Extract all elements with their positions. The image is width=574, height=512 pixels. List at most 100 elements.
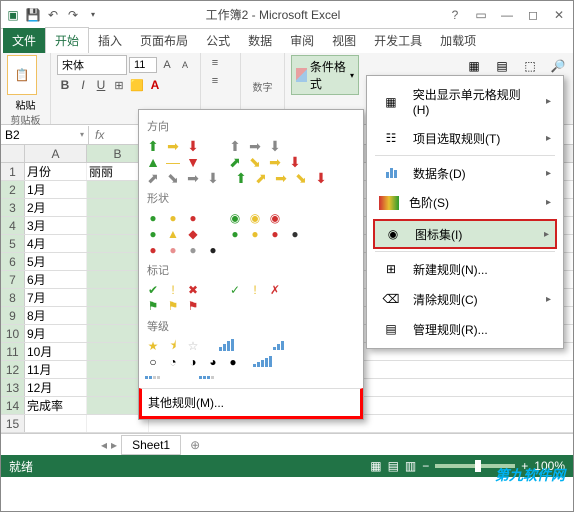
cf-data-bars[interactable]: 数据条(D) ▸ (367, 158, 563, 188)
cell[interactable]: 10月 (25, 343, 87, 360)
arrow-right-gray-icon[interactable]: ➡ (247, 138, 263, 154)
font-select[interactable]: 宋体 (57, 55, 127, 75)
sheet-nav-prev[interactable]: ◂ (101, 438, 107, 452)
view-break-icon[interactable]: ▥ (405, 459, 416, 473)
close-icon[interactable]: ✕ (549, 6, 569, 24)
row-header[interactable]: 1 (1, 163, 25, 180)
tab-layout[interactable]: 页面布局 (131, 28, 197, 53)
tab-home[interactable]: 开始 (45, 27, 89, 53)
row-header[interactable]: 15 (1, 415, 25, 432)
arrow-ne-yellow-icon[interactable]: ⬈ (253, 170, 269, 186)
circle-yellow-icon[interactable]: ● (165, 210, 181, 226)
pie-50-icon[interactable]: ◑ (185, 354, 201, 370)
zoom-out-icon[interactable]: − (422, 459, 429, 473)
circle-red2-icon[interactable]: ● (145, 242, 161, 258)
tab-view[interactable]: 视图 (323, 28, 365, 53)
row-header[interactable]: 4 (1, 217, 25, 234)
cell[interactable]: 12月 (25, 379, 87, 396)
border-button[interactable]: ⊞ (111, 77, 127, 93)
format-icon[interactable]: ⬚ (519, 55, 541, 77)
sheet-tab[interactable]: Sheet1 (121, 435, 181, 455)
tab-formulas[interactable]: 公式 (197, 28, 239, 53)
cf-color-scales[interactable]: 色阶(S) ▸ (367, 188, 563, 217)
triangle-up-icon[interactable]: ▲ (145, 154, 161, 170)
x-red-icon[interactable]: ✗ (267, 282, 283, 298)
cell[interactable]: 4月 (25, 235, 87, 252)
cell[interactable]: 1月 (25, 181, 87, 198)
triangle-y-icon[interactable]: ▲ (165, 226, 181, 242)
boxes-set-icon[interactable] (145, 370, 195, 384)
row-header[interactable]: 2 (1, 181, 25, 198)
row-header[interactable]: 13 (1, 379, 25, 396)
cell[interactable] (25, 415, 87, 432)
circle-g-icon[interactable]: ● (145, 226, 161, 242)
row-header[interactable]: 3 (1, 199, 25, 216)
row-header[interactable]: 7 (1, 271, 25, 288)
cf-clear-rules[interactable]: ⌫ 清除规则(C) ▸ (367, 284, 563, 314)
tab-file[interactable]: 文件 (3, 28, 45, 53)
triangle-down-icon[interactable]: ▼ (185, 154, 201, 170)
cf-icon-sets[interactable]: ◉ 图标集(I) ▸ (373, 219, 557, 249)
tab-addins[interactable]: 加载项 (431, 28, 485, 53)
help-icon[interactable]: ? (445, 6, 465, 24)
insert-cells-icon[interactable]: ▦ (463, 55, 485, 77)
exclaim-circle-icon[interactable]: ! (165, 282, 181, 298)
tab-developer[interactable]: 开发工具 (365, 28, 431, 53)
underline-button[interactable]: U (93, 77, 109, 93)
bold-button[interactable]: B (57, 77, 73, 93)
undo-icon[interactable]: ↶ (45, 7, 61, 23)
maximize-icon[interactable]: ◻ (523, 6, 543, 24)
zoom-in-icon[interactable]: + (521, 459, 528, 473)
flag-yellow-icon[interactable]: ⚑ (165, 298, 181, 314)
arrow-down-gray-icon[interactable]: ⬇ (267, 138, 283, 154)
arrow-down-red-icon[interactable]: ⬇ (185, 138, 201, 154)
traffic-yellow-icon[interactable]: ◉ (247, 210, 263, 226)
circle-pink-icon[interactable]: ● (165, 242, 181, 258)
circle-k-icon[interactable]: ● (287, 226, 303, 242)
star-empty-icon[interactable]: ☆ (185, 338, 201, 354)
diamond-r-icon[interactable]: ◆ (185, 226, 201, 242)
pie-100-icon[interactable]: ● (225, 354, 241, 370)
circle-r2-icon[interactable]: ● (267, 226, 283, 242)
align-middle-icon[interactable]: ≡ (207, 73, 223, 89)
fx-icon[interactable]: fx (89, 128, 110, 142)
new-sheet-button[interactable]: ⊕ (185, 438, 205, 452)
arrow-up-gray-icon[interactable]: ⬆ (227, 138, 243, 154)
arrow-right-yellow-icon[interactable]: ➡ (267, 154, 283, 170)
arrow-se-yellow-icon[interactable]: ⬊ (293, 170, 309, 186)
redo-icon[interactable]: ↷ (65, 7, 81, 23)
font-color-button[interactable]: A (147, 77, 163, 93)
bars-set-icon[interactable] (219, 338, 269, 352)
dash-yellow-icon[interactable]: — (165, 154, 181, 170)
cell[interactable]: 5月 (25, 253, 87, 270)
traffic-red-icon[interactable]: ◉ (267, 210, 283, 226)
arrow-se-gray-icon[interactable]: ⬊ (165, 170, 181, 186)
tab-insert[interactable]: 插入 (89, 28, 131, 53)
arrow-ne-gray-icon[interactable]: ⬈ (145, 170, 161, 186)
arrow-right-yellow-icon[interactable]: ➡ (165, 138, 181, 154)
check-circle-icon[interactable]: ✔ (145, 282, 161, 298)
qat-dropdown-icon[interactable]: ▾ (85, 7, 101, 23)
flag-red-icon[interactable]: ⚑ (185, 298, 201, 314)
cell[interactable]: 月份 (25, 163, 87, 180)
bars5-icon[interactable] (253, 354, 303, 368)
cf-highlight-rules[interactable]: ▦ 突出显示单元格规则(H) ▸ (367, 80, 563, 123)
cf-top-rules[interactable]: ☷ 项目选取规则(T) ▸ (367, 123, 563, 153)
ribbon-options-icon[interactable]: ▭ (471, 6, 491, 24)
row-header[interactable]: 9 (1, 307, 25, 324)
cell[interactable]: 8月 (25, 307, 87, 324)
row-header[interactable]: 10 (1, 325, 25, 342)
traffic-green-icon[interactable]: ◉ (227, 210, 243, 226)
row-header[interactable]: 14 (1, 397, 25, 414)
pie-25-icon[interactable]: ◔ (165, 354, 181, 370)
arrow-upright-yellow-icon[interactable]: ⬊ (247, 154, 263, 170)
zoom-slider[interactable] (435, 464, 515, 468)
arrow-e-yellow-icon[interactable]: ➡ (273, 170, 289, 186)
cell[interactable]: 9月 (25, 325, 87, 342)
arrow-down-red-icon[interactable]: ⬇ (287, 154, 303, 170)
more-rules-item[interactable]: 其他规则(M)... (139, 388, 363, 419)
row-header[interactable]: 6 (1, 253, 25, 270)
view-layout-icon[interactable]: ▤ (388, 459, 399, 473)
conditional-format-button[interactable]: 条件格式 ▾ (291, 55, 359, 95)
cell[interactable]: 7月 (25, 289, 87, 306)
